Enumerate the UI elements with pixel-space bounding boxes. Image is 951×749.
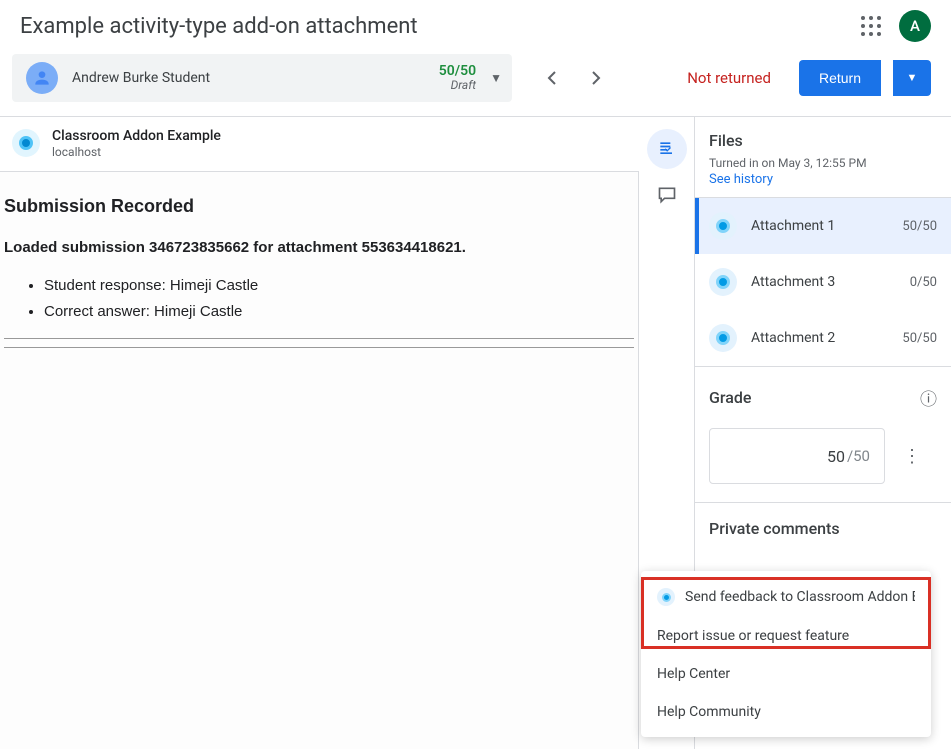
turned-in-text: Turned in on May 3, 12:55 PM bbox=[709, 156, 937, 170]
rail-files-icon[interactable] bbox=[647, 129, 687, 169]
student-name: Andrew Burke Student bbox=[72, 70, 439, 86]
attachments-list: Attachment 1 50/50 Attachment 3 0/50 Att… bbox=[695, 198, 951, 367]
correct-answer-item: Correct answer: Himeji Castle bbox=[44, 300, 634, 324]
grade-value: 50 bbox=[827, 447, 845, 466]
more-options-icon[interactable]: ⋮ bbox=[897, 446, 927, 467]
return-button[interactable]: Return bbox=[799, 60, 881, 96]
submission-loaded-text: Loaded submission 346723835662 for attac… bbox=[4, 239, 634, 256]
popup-report-issue[interactable]: Report issue or request feature bbox=[641, 617, 931, 655]
attachment-row[interactable]: Attachment 1 50/50 bbox=[695, 198, 951, 254]
student-draft-label: Draft bbox=[451, 79, 477, 92]
student-avatar-icon bbox=[26, 62, 58, 94]
addon-icon bbox=[12, 129, 40, 157]
attachment-name: Attachment 1 bbox=[751, 218, 888, 234]
submission-heading: Submission Recorded bbox=[4, 196, 634, 217]
files-title: Files bbox=[709, 131, 937, 150]
attachment-score: 50/50 bbox=[902, 219, 937, 234]
student-selector[interactable]: Andrew Burke Student 50/50 Draft ▼ bbox=[12, 54, 512, 102]
status-not-returned: Not returned bbox=[687, 69, 771, 87]
student-response-item: Student response: Himeji Castle bbox=[44, 274, 634, 298]
apps-icon[interactable] bbox=[861, 16, 881, 36]
prev-student-button[interactable] bbox=[532, 58, 572, 98]
attachment-score: 50/50 bbox=[902, 331, 937, 346]
addon-title: Classroom Addon Example bbox=[52, 127, 221, 145]
popup-help-center[interactable]: Help Center bbox=[641, 655, 931, 693]
private-comments-title: Private comments bbox=[709, 519, 937, 538]
attachment-icon bbox=[709, 212, 737, 240]
attachment-row[interactable]: Attachment 2 50/50 bbox=[695, 310, 951, 366]
addon-subtitle: localhost bbox=[52, 145, 221, 159]
chevron-down-icon: ▼ bbox=[490, 71, 502, 85]
student-score: 50/50 bbox=[439, 64, 476, 79]
user-avatar[interactable]: A bbox=[899, 10, 931, 42]
attachment-row[interactable]: Attachment 3 0/50 bbox=[695, 254, 951, 310]
help-popup-menu: Send feedback to Classroom Addon Example… bbox=[641, 571, 931, 737]
attachment-icon bbox=[709, 324, 737, 352]
popup-send-feedback[interactable]: Send feedback to Classroom Addon Example bbox=[641, 577, 931, 617]
popup-help-community[interactable]: Help Community bbox=[641, 693, 931, 731]
attachment-score: 0/50 bbox=[910, 275, 937, 290]
next-student-button[interactable] bbox=[576, 58, 616, 98]
rail-comments-icon[interactable] bbox=[647, 175, 687, 215]
return-dropdown-button[interactable]: ▼ bbox=[893, 60, 931, 96]
grade-title: Grade bbox=[709, 388, 751, 407]
attachment-name: Attachment 2 bbox=[751, 330, 888, 346]
addon-icon bbox=[657, 588, 675, 606]
see-history-link[interactable]: See history bbox=[709, 172, 937, 187]
grade-denominator: /50 bbox=[847, 447, 870, 465]
addon-iframe-content: Submission Recorded Loaded submission 34… bbox=[0, 172, 639, 749]
grade-input[interactable]: 50 /50 bbox=[709, 428, 885, 484]
attachment-name: Attachment 3 bbox=[751, 274, 896, 290]
attachment-icon bbox=[709, 268, 737, 296]
info-icon[interactable]: ⓘ bbox=[920, 385, 937, 410]
page-title: Example activity-type add-on attachment bbox=[20, 14, 418, 39]
